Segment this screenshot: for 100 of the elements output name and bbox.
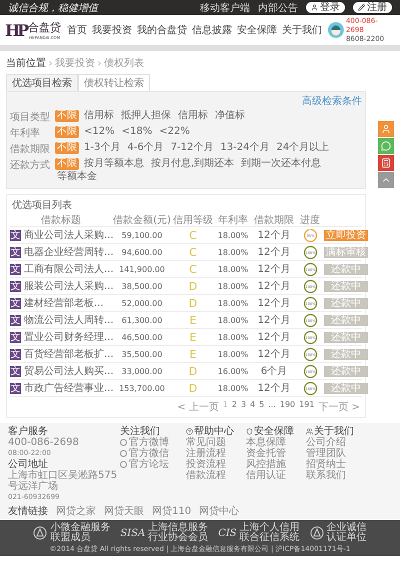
- top-link[interactable]: 移动客户端: [200, 0, 250, 14]
- filter-option[interactable]: 信用标: [82, 110, 116, 122]
- project-title[interactable]: 物流公司法人周转...: [24, 313, 112, 327]
- filter-option[interactable]: 不限: [55, 142, 79, 154]
- nav-link[interactable]: 我的合盘贷: [137, 23, 188, 37]
- project-title[interactable]: 电器企业经营周转...: [24, 245, 112, 259]
- breadcrumb-link[interactable]: 当前位置: [6, 56, 46, 70]
- badge-mark: CIS: [218, 528, 237, 538]
- interest-rate: 18.00%: [216, 282, 250, 290]
- filter-option[interactable]: 等额本金: [55, 171, 99, 183]
- chevron-icon: [96, 60, 103, 66]
- filter-option[interactable]: <12%: [82, 126, 117, 138]
- nav-link[interactable]: 安全保障: [237, 23, 278, 37]
- certification-label: 小微金融服务 联盟成员: [50, 523, 110, 543]
- page-link[interactable]: 190: [280, 400, 296, 414]
- page-link[interactable]: 4: [250, 400, 256, 414]
- circle-icon: [120, 450, 127, 457]
- project-title[interactable]: 贸易公司法人购买...: [24, 364, 112, 378]
- next-page-link[interactable]: 下一页 >: [318, 400, 360, 414]
- advanced-search-link[interactable]: 高级检索条件: [302, 94, 362, 108]
- project-title[interactable]: 工商有限公司法人...: [24, 262, 112, 276]
- nav-link[interactable]: 信息披露: [192, 23, 232, 37]
- loan-term: 12个月: [256, 263, 292, 276]
- social-link[interactable]: 官方微博: [120, 437, 186, 448]
- project-type-badge: 文: [10, 366, 21, 376]
- filter-option[interactable]: 4-6个月: [125, 142, 166, 154]
- project-title[interactable]: 商业公司法人采购...: [24, 228, 112, 242]
- nav-link[interactable]: 关于我们: [282, 23, 322, 37]
- interest-rate: 18.00%: [216, 332, 250, 342]
- column-header: 借款金额(元): [112, 214, 172, 227]
- filter-option[interactable]: <18%: [120, 126, 154, 138]
- page-link[interactable]: 3: [240, 400, 246, 414]
- filter-option[interactable]: 24个月以上: [274, 142, 332, 154]
- social-link[interactable]: 官方论坛: [120, 459, 186, 470]
- footer-link[interactable]: 风控措施: [246, 459, 306, 470]
- nav-link[interactable]: 首页: [67, 23, 88, 37]
- register-button[interactable]: 注册: [353, 2, 392, 13]
- filter-option[interactable]: 不限: [55, 110, 79, 122]
- credit-grade: D: [188, 364, 198, 378]
- social-link[interactable]: 官方微信: [120, 448, 186, 459]
- friend-link[interactable]: 网贷之家: [56, 504, 96, 518]
- back-to-top-button[interactable]: [378, 172, 394, 188]
- footer-link[interactable]: 注册流程: [186, 448, 246, 459]
- footer-heading: 安全保障: [254, 426, 294, 437]
- footer-link[interactable]: 借款流程: [186, 470, 246, 481]
- project-title[interactable]: 服装公司法人采购...: [24, 279, 112, 293]
- search-tab[interactable]: 优选项目检索: [6, 74, 78, 91]
- filter-option[interactable]: 到期一次还本付息: [239, 158, 324, 170]
- chat-button[interactable]: [378, 138, 394, 154]
- credit-grade: E: [188, 314, 198, 326]
- loan-term: 12个月: [256, 331, 292, 344]
- project-title[interactable]: 市政广告经营事业...: [24, 381, 112, 395]
- footer-link[interactable]: 信用认证: [246, 470, 306, 481]
- login-button[interactable]: 登录: [306, 2, 345, 13]
- footer-link[interactable]: 常见问题: [186, 437, 246, 448]
- project-title[interactable]: 百货经营部老板扩...: [24, 347, 112, 361]
- project-title[interactable]: 建材经营部老板...: [24, 296, 112, 310]
- previous-page-link[interactable]: < 上一页: [177, 400, 219, 414]
- filter-option[interactable]: 不限: [55, 126, 79, 138]
- footer-link[interactable]: 本息保障: [246, 437, 306, 448]
- loan-term: 12个月: [256, 297, 292, 310]
- calculator-button[interactable]: [378, 155, 394, 171]
- footer-link[interactable]: 资金托管: [246, 448, 306, 459]
- filter-option[interactable]: 按月付息,到期还本: [149, 158, 236, 170]
- page-link[interactable]: 191: [299, 400, 314, 414]
- filter-option[interactable]: 按月等额本息: [82, 158, 146, 170]
- interest-rate: 18.00%: [216, 298, 250, 308]
- footer-link[interactable]: 公司介绍: [306, 437, 366, 448]
- footer-link[interactable]: 投资流程: [186, 459, 246, 470]
- filter-option[interactable]: 7-12个月: [168, 142, 216, 154]
- page-link[interactable]: ...: [268, 400, 276, 414]
- footer-link[interactable]: 联系我们: [306, 470, 366, 481]
- filter-option[interactable]: 净值标: [213, 110, 247, 122]
- filter-option[interactable]: 信用标: [176, 110, 210, 122]
- page-link[interactable]: 5: [259, 400, 264, 414]
- footer-heading: 关注我们: [120, 426, 160, 437]
- footer-link[interactable]: 招贤纳士: [306, 459, 366, 470]
- nav-link[interactable]: 我要投资: [92, 23, 132, 37]
- filter-option[interactable]: 13-24个月: [218, 142, 272, 154]
- loan-amount: 153,700.00: [118, 384, 166, 392]
- footer-link[interactable]: 管理团队: [306, 448, 366, 459]
- footer-heading: 帮助中心: [194, 426, 234, 437]
- friend-link[interactable]: 网贷天眼: [104, 504, 144, 518]
- breadcrumb-link[interactable]: 债权列表: [104, 56, 144, 70]
- friend-link[interactable]: 网贷110: [152, 504, 192, 518]
- invest-button[interactable]: 立即投资: [324, 230, 368, 240]
- breadcrumb-link[interactable]: 我要投资: [55, 56, 95, 70]
- project-title[interactable]: 置业公司财务经理...: [24, 330, 112, 344]
- circle-icon: [120, 461, 127, 468]
- top-link[interactable]: 内部公告: [258, 0, 298, 14]
- filter-option[interactable]: <22%: [157, 126, 192, 138]
- page-link[interactable]: 2: [232, 400, 237, 414]
- search-tab[interactable]: 债权转让检索: [78, 74, 150, 91]
- filter-option[interactable]: 1-3个月: [82, 142, 122, 154]
- loan-amount: 59,100.00: [120, 230, 164, 240]
- customer-service-button[interactable]: [378, 121, 394, 137]
- company-address: 上海市虹口区吴淞路575号远洋广场: [8, 470, 118, 492]
- filter-option[interactable]: 不限: [55, 158, 79, 170]
- friend-link[interactable]: 网贷中心: [199, 504, 240, 518]
- filter-option[interactable]: 抵押人担保: [119, 110, 173, 122]
